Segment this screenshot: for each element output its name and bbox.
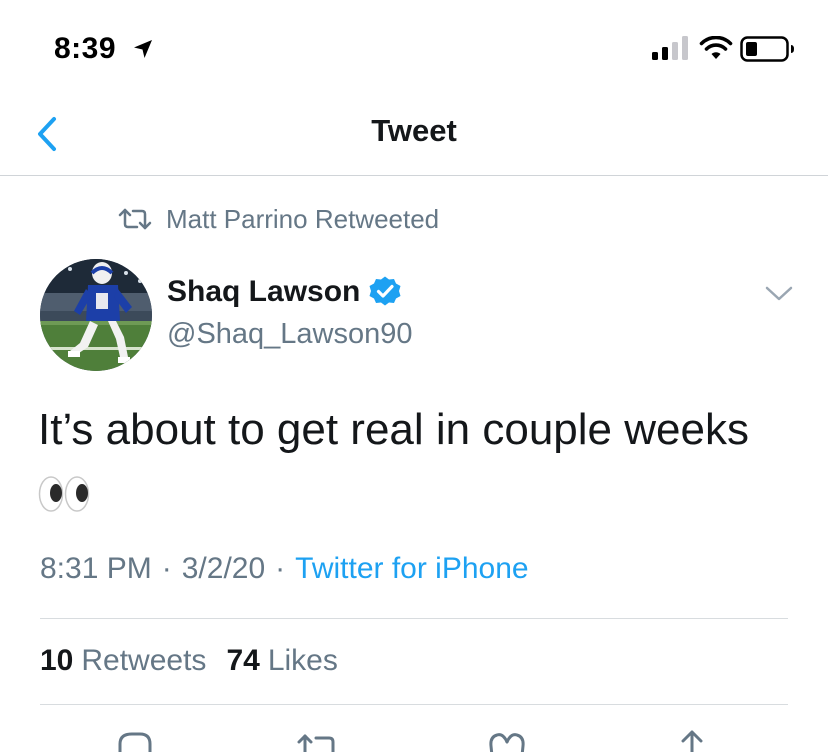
chevron-down-icon[interactable]: [764, 282, 794, 306]
author-name-row: Shaq Lawson: [167, 275, 402, 309]
location-arrow-icon: [134, 40, 152, 58]
divider: [40, 704, 788, 705]
status-bar: 8:39: [0, 0, 828, 96]
likes-count: 74: [226, 644, 260, 677]
tweet-time: 8:31 PM: [40, 552, 152, 585]
page-title: Tweet: [371, 113, 457, 148]
avatar[interactable]: [40, 259, 152, 371]
retweet-icon[interactable]: [296, 728, 342, 752]
divider: [40, 618, 788, 619]
tweet-stats: 10 Retweets 74 Likes: [40, 644, 338, 678]
retweets-label: Retweets: [81, 644, 207, 677]
retweet-context[interactable]: Matt Parrino Retweeted: [118, 204, 439, 234]
verified-badge-icon: [369, 276, 401, 306]
status-time: 8:39: [54, 32, 117, 65]
wifi-icon: [699, 36, 733, 59]
meta-separator: ·: [161, 552, 172, 585]
likes-label: Likes: [267, 644, 338, 677]
retweets-stat[interactable]: 10 Retweets: [40, 644, 206, 678]
eyes-emoji-icon: [38, 476, 90, 512]
tweet-meta: 8:31 PM · 3/2/20 · Twitter for iPhone: [40, 552, 529, 586]
nav-bar: Tweet: [0, 96, 828, 176]
retweet-icon: [118, 208, 152, 230]
author-handle[interactable]: @Shaq_Lawson90: [167, 318, 413, 351]
tweet-date: 3/2/20: [181, 552, 266, 585]
signal-icon: [652, 36, 688, 60]
likes-stat[interactable]: 74 Likes: [226, 644, 337, 678]
author-name[interactable]: Shaq Lawson: [167, 275, 360, 309]
reply-icon[interactable]: [114, 728, 156, 752]
battery-icon: [740, 36, 794, 62]
retweets-count: 10: [40, 644, 74, 677]
retweet-context-label: Matt Parrino Retweeted: [166, 203, 440, 234]
meta-separator: ·: [275, 552, 286, 585]
tweet-source-link[interactable]: Twitter for iPhone: [295, 552, 528, 586]
share-icon[interactable]: [678, 728, 706, 752]
like-icon[interactable]: [486, 728, 528, 752]
tweet-text: It’s about to get real in couple weeks: [38, 405, 749, 454]
